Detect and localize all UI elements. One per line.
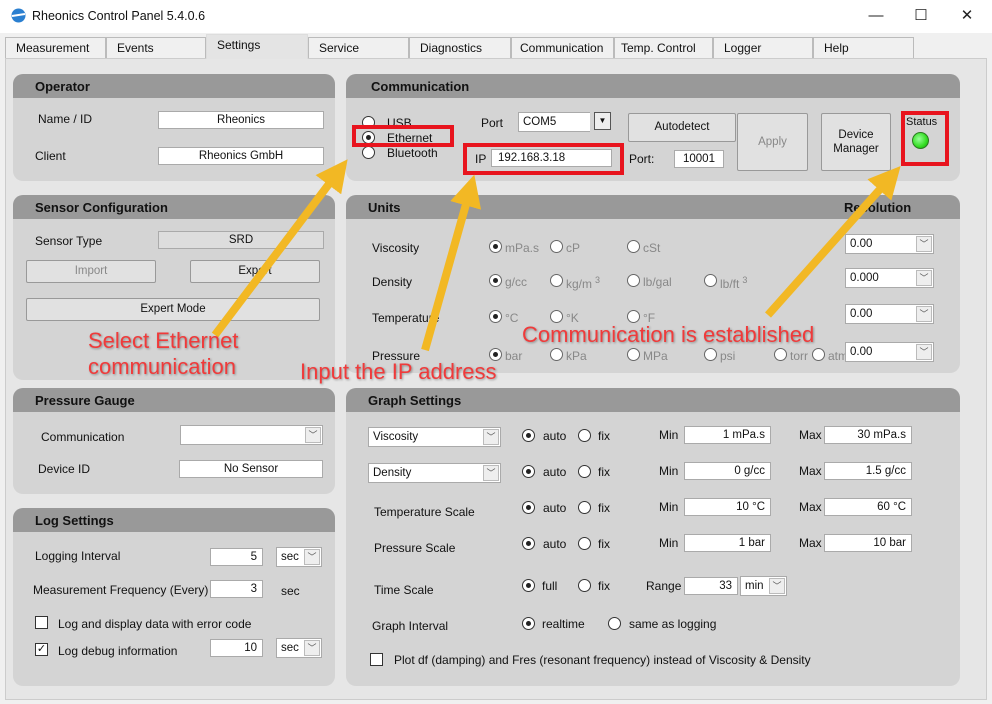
status-arrow xyxy=(765,166,901,318)
ip-arrow xyxy=(421,174,482,352)
status-annotation: Communication is established xyxy=(522,322,815,347)
ethernet-arrow xyxy=(211,159,348,338)
tab-settings[interactable]: Settings xyxy=(206,34,308,59)
ip-annotation: Input the IP address xyxy=(300,359,497,384)
ethernet-annotation: Select Ethernet communication xyxy=(88,328,239,379)
